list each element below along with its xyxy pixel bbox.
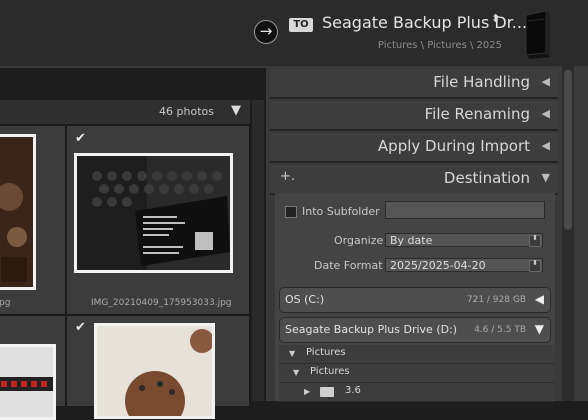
tree-item-3-6[interactable]: ▶ 3.6 <box>279 383 555 402</box>
spinner-icon[interactable]: ⬍ <box>529 260 541 272</box>
photo-cell[interactable]: ✔ IMG_20210409_175953033.jpg <box>66 125 250 315</box>
section-title: File Handling <box>433 73 530 91</box>
folder-icon <box>320 387 334 397</box>
divider <box>0 66 266 68</box>
organize-label: Organize <box>334 234 384 247</box>
section-file-handling[interactable]: File Handling ◀ <box>270 69 558 99</box>
section-title: Apply During Import <box>377 137 530 155</box>
chevron-left-icon[interactable]: ◀ <box>542 75 550 88</box>
section-destination[interactable]: +. Destination ▼ <box>270 165 558 195</box>
tree-label: 3.6 <box>345 385 361 396</box>
expand-down-icon[interactable]: ▼ <box>293 368 299 377</box>
tree-label: Pictures <box>310 366 350 377</box>
organize-value: By date <box>390 234 433 247</box>
date-format-label: Date Format <box>314 259 383 272</box>
tree-label: Pictures <box>306 347 346 358</box>
chevron-left-icon[interactable]: ◀ <box>542 139 550 152</box>
destination-path: Pictures \ Pictures \ 2025 <box>377 40 502 51</box>
into-subfolder-label: Into Subfolder <box>302 205 380 218</box>
drive-os-c[interactable]: OS (C:) 721 / 928 GB ◀ <box>279 287 551 313</box>
spinner-icon[interactable]: ⬍ <box>529 235 541 247</box>
drive-seagate-d[interactable]: Seagate Backup Plus Drive (D:) 4.6 / 5.5… <box>279 317 551 343</box>
panel-scrollbar-thumb[interactable] <box>564 70 572 230</box>
tree-item-pictures-sub[interactable]: ▼ Pictures <box>279 364 555 383</box>
date-format-select[interactable]: 2025/2025-04-20 ⬍ <box>385 258 543 272</box>
subfolder-name-input[interactable] <box>385 201 545 219</box>
chevron-left-icon[interactable]: ◀ <box>542 107 550 120</box>
checkmark-icon[interactable]: ✔ <box>75 321 87 334</box>
section-title: Destination <box>443 169 530 187</box>
photo-thumbnail[interactable] <box>94 323 215 419</box>
into-subfolder-checkbox[interactable] <box>285 206 297 218</box>
chevron-down-icon[interactable]: ▼ <box>535 322 544 336</box>
photo-filename: IMG_20210409_175953033.jpg <box>91 298 232 308</box>
import-header: → TO Seagate Backup Plus Dr... ⬍ Picture… <box>0 0 588 66</box>
sort-chevron-icon[interactable]: ▼ <box>231 103 241 118</box>
arrow-right-icon[interactable]: → <box>254 20 278 44</box>
section-file-renaming[interactable]: File Renaming ◀ <box>270 101 558 131</box>
section-title: File Renaming <box>424 105 530 123</box>
drive-name: Seagate Backup Plus Drive (D:) <box>285 323 458 336</box>
grid-scrollbar[interactable] <box>252 100 264 401</box>
photo-filename: pg <box>0 298 11 308</box>
drive-size: 721 / 928 GB <box>466 295 526 305</box>
date-format-value: 2025/2025-04-20 <box>390 259 486 272</box>
drive-size: 4.6 / 5.5 TB <box>474 325 526 335</box>
expand-down-icon[interactable]: ▼ <box>289 349 295 358</box>
photo-cell[interactable]: ✔ <box>66 315 250 419</box>
to-badge: TO <box>289 18 313 32</box>
drive-name: OS (C:) <box>285 293 325 306</box>
chevron-down-icon[interactable]: ▼ <box>542 171 550 184</box>
organize-select[interactable]: By date ⬍ <box>385 233 543 247</box>
photo-grid: pg ✔ IMG_20210409_175953033.jpg ✔ <box>0 125 250 420</box>
section-apply-during-import[interactable]: Apply During Import ◀ <box>270 133 558 163</box>
chevron-left-icon[interactable]: ◀ <box>535 292 544 306</box>
photo-thumbnail[interactable] <box>0 344 56 420</box>
grid-toolbar: 46 photos ▼ <box>0 100 250 125</box>
add-folder-icon[interactable]: +. <box>280 169 295 184</box>
photo-thumbnail[interactable] <box>74 153 233 273</box>
photo-thumbnail[interactable] <box>0 134 36 290</box>
photo-count: 46 photos <box>159 105 214 118</box>
expand-right-icon[interactable]: ▶ <box>304 387 310 396</box>
photo-cell[interactable]: pg <box>0 125 66 315</box>
tree-item-pictures[interactable]: ▼ Pictures <box>279 345 555 364</box>
destination-chevron-icon[interactable]: ⬍ <box>491 13 500 24</box>
checkmark-icon[interactable]: ✔ <box>75 132 87 145</box>
photo-cell[interactable] <box>0 315 66 420</box>
external-drive-icon <box>525 10 550 59</box>
